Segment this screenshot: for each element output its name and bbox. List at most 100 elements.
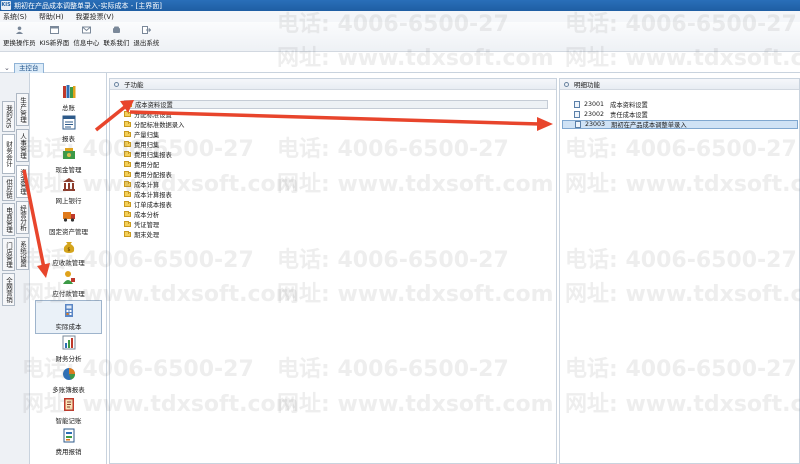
folder-label: 费用归集 xyxy=(134,142,160,149)
module-smart-bookkeeping[interactable]: 智能记账 xyxy=(35,397,102,425)
folder-icon xyxy=(124,111,131,117)
folder-icon xyxy=(124,231,131,237)
phone-icon xyxy=(112,26,120,33)
folder-label: 成本分析 xyxy=(134,212,160,219)
folder-label: 成本计算报表 xyxy=(134,192,172,199)
vtab-store[interactable]: 门店管理 xyxy=(2,238,15,271)
detail-item-23001[interactable]: 23001 成本资料设置 xyxy=(574,100,648,109)
vtab-hr[interactable]: 人事管理 xyxy=(16,129,29,162)
module-label: 财务分析 xyxy=(55,355,82,363)
vtab-my-kis[interactable]: 我的KIS xyxy=(2,101,15,132)
detail-name: 成本资料设置 xyxy=(610,102,648,109)
module-panel: 总账 报表 现金管理 网上银行 固定资产管理 $ 应收款管理 应付款管理 实际成… xyxy=(30,73,107,464)
detail-function-title: 明细功能 xyxy=(574,81,600,89)
folder-icon xyxy=(124,181,131,187)
receipt-icon xyxy=(63,428,74,443)
detail-item-23002[interactable]: 23002 责任成本设置 xyxy=(574,110,648,119)
folder-allocation-standard[interactable]: 分配标准设置 xyxy=(124,110,172,119)
folder-cost-analysis[interactable]: 成本分析 xyxy=(124,210,159,219)
module-expense-reimbursement[interactable]: 费用报销 xyxy=(35,428,102,456)
folder-expense-collection-report[interactable]: 费用归集报表 xyxy=(124,150,172,159)
folder-label: 凭证管理 xyxy=(134,222,160,229)
folder-icon xyxy=(124,161,131,167)
module-general-ledger[interactable]: 总账 xyxy=(35,84,102,112)
detail-name: 责任成本设置 xyxy=(610,112,648,119)
chart-icon xyxy=(62,335,75,350)
change-operator-button[interactable]: 更换操作员 xyxy=(3,22,36,47)
folder-expense-allocation-report[interactable]: 费用分配报表 xyxy=(124,170,172,179)
vtab-supply-chain[interactable]: 供应链 xyxy=(2,176,15,201)
folder-cost-calculation-report[interactable]: 成本计算报表 xyxy=(124,190,172,199)
folder-label: 期末处理 xyxy=(134,232,160,239)
exit-system-button[interactable]: 退出系统 xyxy=(133,22,159,47)
folder-expense-collection[interactable]: 费用归集 xyxy=(124,140,159,149)
document-icon xyxy=(574,101,580,108)
module-label: 总账 xyxy=(62,104,75,112)
folder-label: 产量归集 xyxy=(134,132,160,139)
folder-icon xyxy=(124,141,131,147)
module-receivables[interactable]: $ 应收款管理 xyxy=(35,239,102,267)
chevron-down-icon[interactable]: ⌄ xyxy=(4,64,10,72)
module-label: 应付款管理 xyxy=(52,290,85,298)
module-label: 固定资产管理 xyxy=(49,228,88,236)
tab-main-console[interactable]: 主控台 xyxy=(14,63,44,73)
panel-bullet-icon xyxy=(114,81,119,87)
toolbar: 更换操作员 KIS新界面 信息中心 联系我们 退出系统 xyxy=(0,22,800,52)
module-label: 费用报销 xyxy=(55,448,82,456)
folder-label: 分配标准设置 xyxy=(134,112,172,119)
kis-new-ui-label: KIS新界面 xyxy=(39,39,70,47)
module-label: 网上银行 xyxy=(55,197,82,205)
detail-code: 23003 xyxy=(585,121,606,128)
folder-voucher-management[interactable]: 凭证管理 xyxy=(124,220,159,229)
module-reports[interactable]: 报表 xyxy=(35,115,102,143)
module-fixed-assets[interactable]: 固定资产管理 xyxy=(35,208,102,236)
menu-system[interactable]: 系统(S) xyxy=(3,12,27,22)
module-payables[interactable]: 应付款管理 xyxy=(35,270,102,298)
module-financial-analysis[interactable]: 财务分析 xyxy=(35,335,102,363)
folder-icon xyxy=(125,101,132,107)
pie-chart-icon xyxy=(62,368,75,380)
folder-period-end[interactable]: 期末处理 xyxy=(124,230,159,239)
menu-help[interactable]: 帮助(H) xyxy=(39,12,64,22)
module-cash[interactable]: 现金管理 xyxy=(35,146,102,174)
module-online-banking[interactable]: 网上银行 xyxy=(35,177,102,205)
folder-cost-data-setup[interactable]: 成本资料设置 xyxy=(124,100,548,109)
document-icon xyxy=(574,111,580,118)
module-multi-ledger-reports[interactable]: 多账簿报表 xyxy=(35,366,102,394)
info-center-button[interactable]: 信息中心 xyxy=(73,22,99,47)
user-icon xyxy=(15,26,23,34)
kis-new-ui-button[interactable]: KIS新界面 xyxy=(39,22,70,47)
folder-cost-calculation[interactable]: 成本计算 xyxy=(124,180,159,189)
folder-output-collection[interactable]: 产量归集 xyxy=(124,130,159,139)
ledger-book-icon xyxy=(63,398,74,411)
folder-icon xyxy=(124,151,131,157)
person-money-icon xyxy=(62,271,75,284)
module-actual-cost[interactable]: 实际成本 xyxy=(35,300,102,334)
detail-code: 23001 xyxy=(584,101,605,108)
detail-name: 期初在产品成本调整单录入 xyxy=(611,122,687,129)
folder-allocation-data-entry[interactable]: 分配标准数据录入 xyxy=(124,120,184,129)
vtab-funds[interactable]: 资金管理 xyxy=(16,165,29,198)
vtab-finance[interactable]: 财务会计 xyxy=(2,134,15,174)
vtab-analysis[interactable]: 经营分析 xyxy=(16,201,29,234)
folder-icon xyxy=(124,211,131,217)
vertical-tab-bar: 我的KIS 财务会计 供应链 电商管理 门店管理 全网营销 生产管理 人事管理 … xyxy=(0,73,30,464)
contact-us-label: 联系我们 xyxy=(103,39,130,47)
info-center-label: 信息中心 xyxy=(73,39,100,47)
contact-us-button[interactable]: 联系我们 xyxy=(103,22,129,47)
vtab-ecommerce[interactable]: 电商管理 xyxy=(2,203,15,236)
folder-icon xyxy=(124,221,131,227)
folder-icon xyxy=(124,191,131,197)
vtab-system-settings[interactable]: 系统设置 xyxy=(16,237,29,270)
vtab-marketing[interactable]: 全网营销 xyxy=(2,273,15,306)
module-label: 应收款管理 xyxy=(52,259,85,267)
folder-label: 费用分配报表 xyxy=(134,172,172,179)
folder-expense-allocation[interactable]: 费用分配 xyxy=(124,160,159,169)
nav-strip: ⌄ 主控台 xyxy=(0,52,800,73)
folder-order-cost-report[interactable]: 订单成本报表 xyxy=(124,200,172,209)
menu-bar: 系统(S) 帮助(H) 我要投票(V) xyxy=(0,11,800,22)
vtab-production[interactable]: 生产管理 xyxy=(16,93,29,126)
menu-vote[interactable]: 我要投票(V) xyxy=(76,12,114,22)
detail-item-23003[interactable]: 23003 期初在产品成本调整单录入 xyxy=(562,120,798,129)
books-icon xyxy=(62,85,75,98)
